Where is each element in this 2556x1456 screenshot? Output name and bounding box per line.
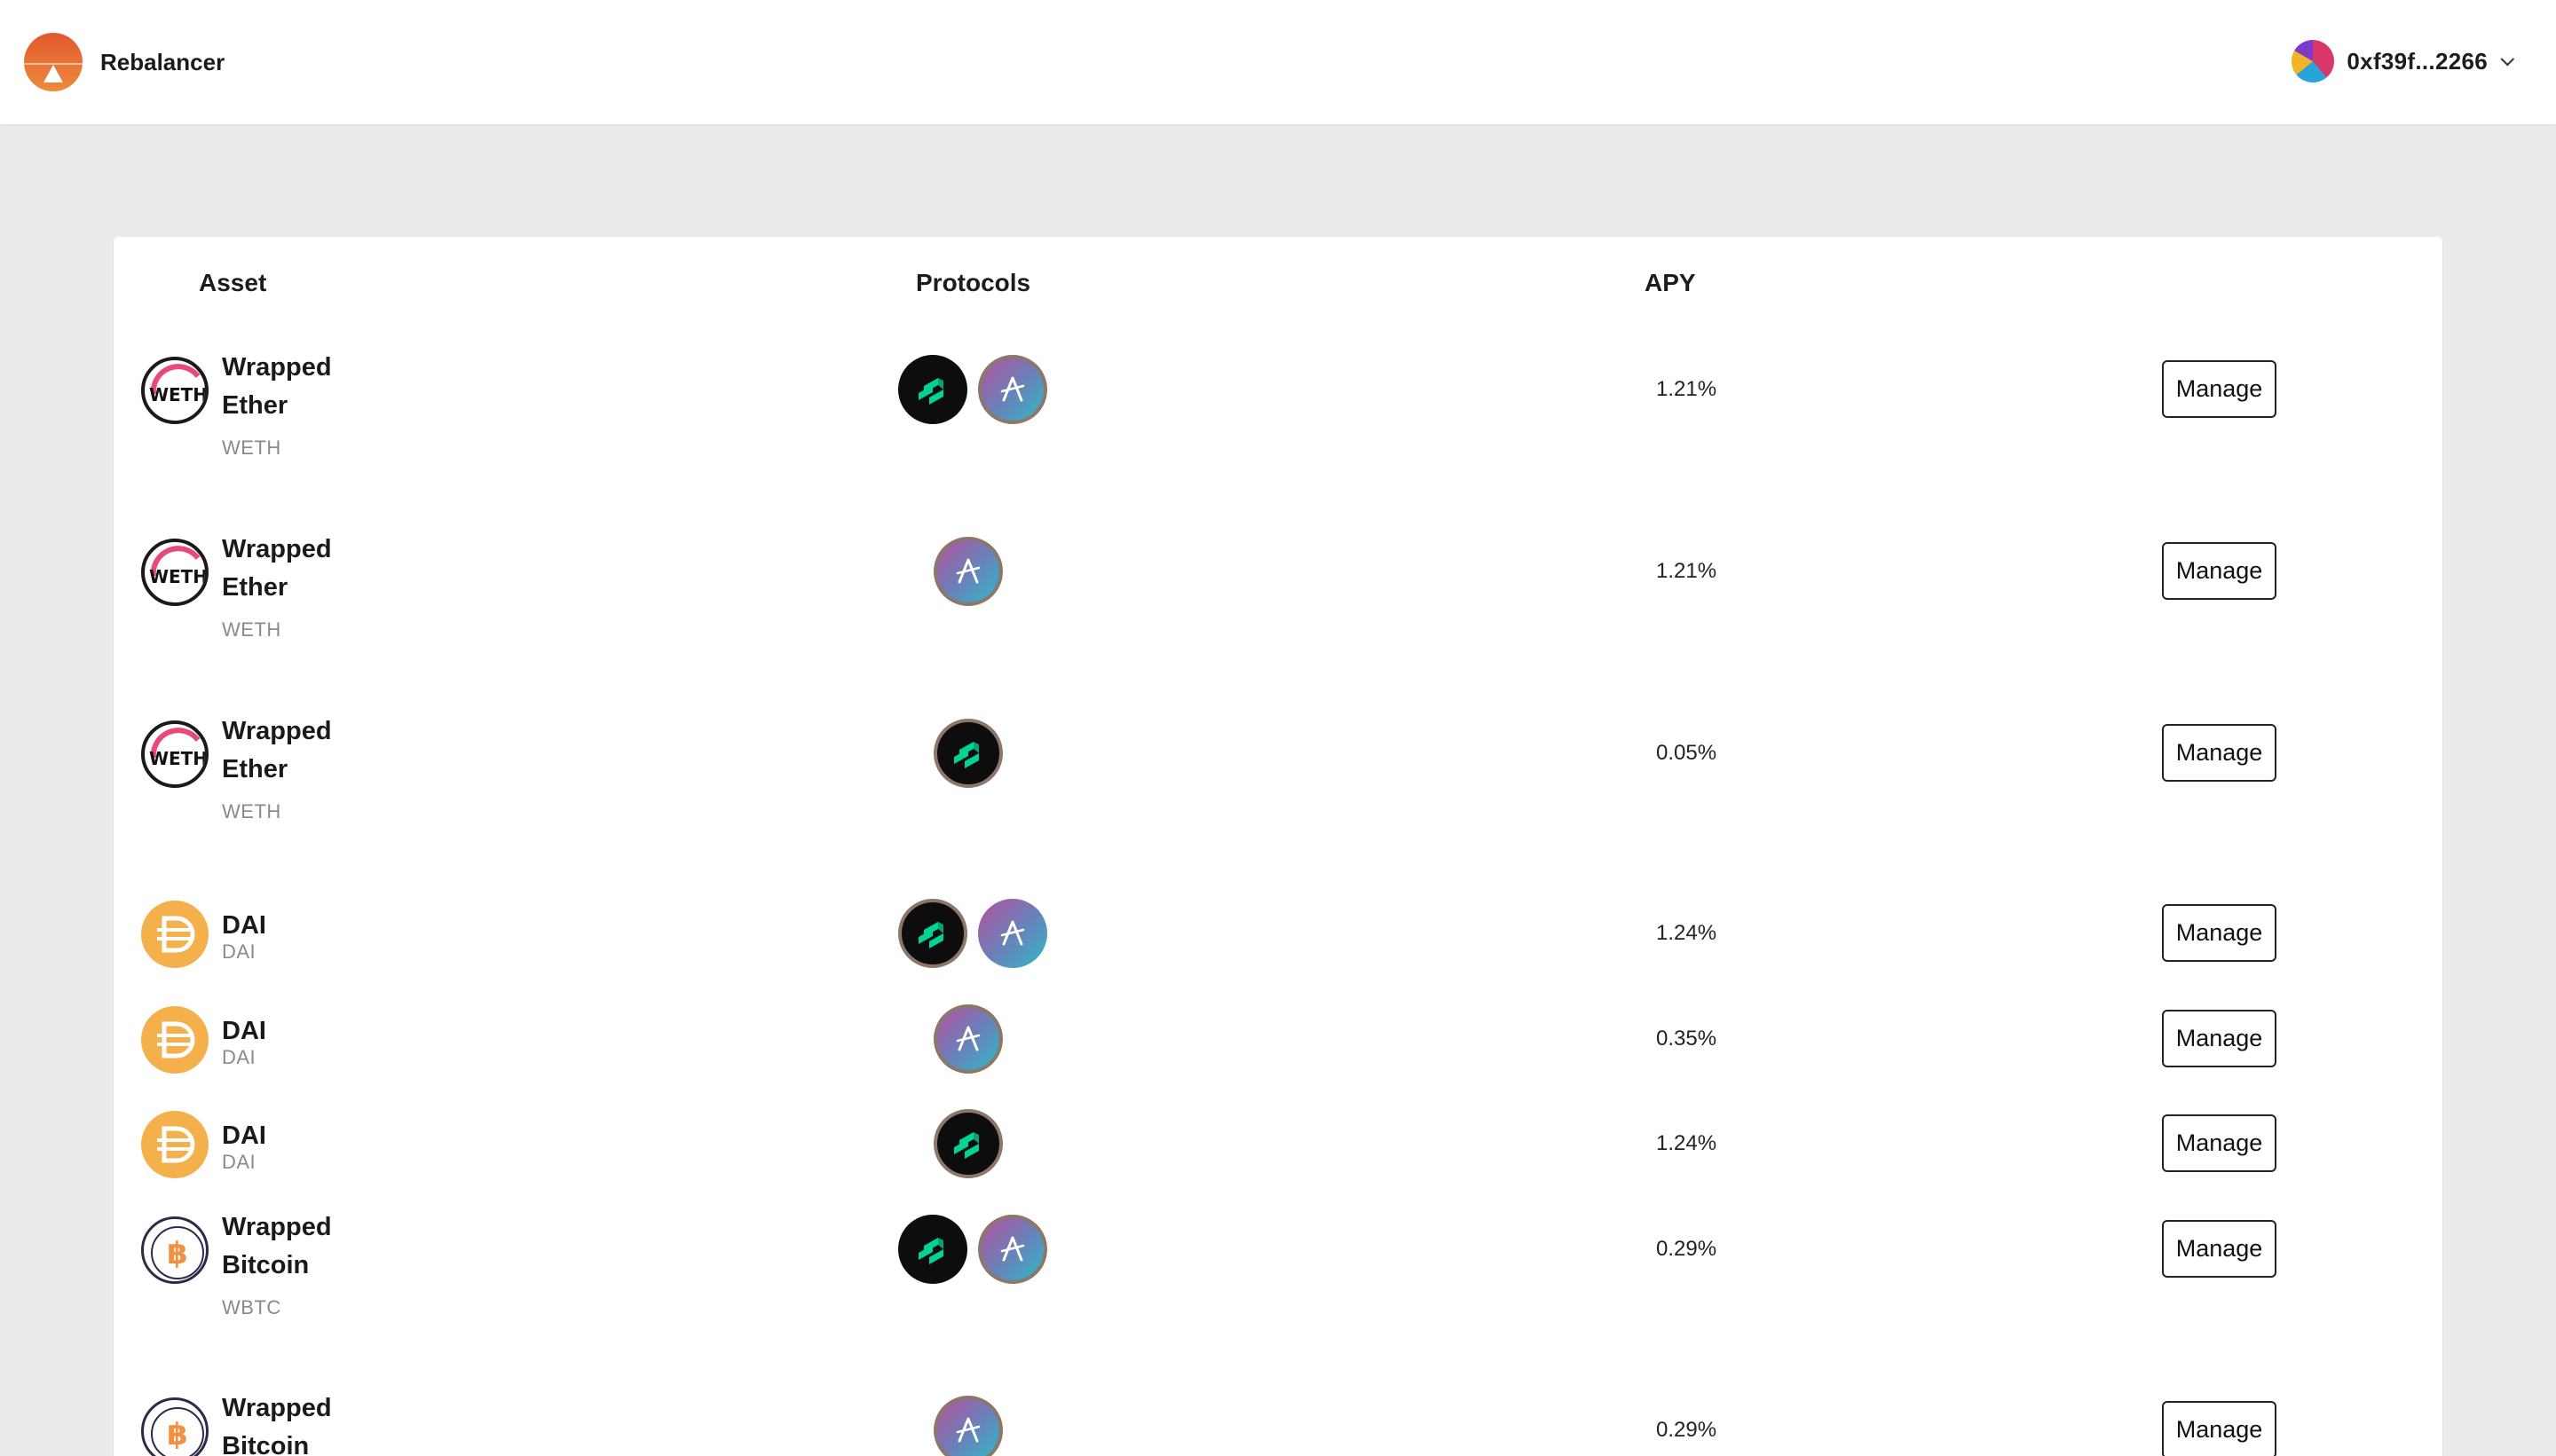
- top-header: Rebalancer 0xf39f...2266: [0, 0, 2556, 124]
- protocol-icons: [898, 355, 1047, 424]
- wbtc-icon: ฿: [141, 1397, 209, 1456]
- aave-protocol-icon: [934, 537, 1003, 606]
- svg-text:WETH: WETH: [149, 566, 208, 587]
- chevron-down-icon: [2500, 51, 2515, 66]
- account-menu-button[interactable]: 0xf39f...2266: [2292, 40, 2515, 83]
- asset-symbol: DAI: [222, 1151, 256, 1173]
- compound-protocol-icon: [898, 1215, 967, 1284]
- wallet-address: 0xf39f...2266: [2347, 47, 2488, 75]
- weth-icon: WETH: [141, 539, 209, 606]
- manage-button[interactable]: Manage: [2162, 904, 2276, 962]
- dai-icon: [141, 1006, 209, 1074]
- manage-button[interactable]: Manage: [2162, 1010, 2276, 1067]
- aave-protocol-icon: [934, 1396, 1003, 1456]
- svg-text:WETH: WETH: [149, 748, 208, 769]
- protocol-icons: [934, 1004, 1003, 1074]
- protocol-icons: [934, 537, 1003, 606]
- manage-button[interactable]: Manage: [2162, 1401, 2276, 1456]
- asset-symbol: WETH: [222, 618, 281, 641]
- asset-symbol: WBTC: [222, 1296, 281, 1318]
- protocol-icons: [934, 1109, 1003, 1178]
- assets-table-card: Asset Protocols APY WETH Wrapped Ether WET…: [114, 237, 2442, 1456]
- asset-name: DAI: [222, 1122, 266, 1150]
- asset-symbol: WETH: [222, 437, 281, 459]
- apy-value: 0.29%: [1656, 1418, 1717, 1442]
- mountain-sunset-icon: [24, 33, 83, 91]
- apy-value: 1.21%: [1656, 377, 1717, 401]
- column-header-protocols: Protocols: [916, 269, 1031, 296]
- protocol-icons: [934, 1396, 1003, 1456]
- aave-protocol-icon: [978, 355, 1047, 424]
- aave-protocol-icon: [934, 1004, 1003, 1074]
- column-header-asset: Asset: [199, 269, 267, 296]
- jazzicon-avatar: [2292, 40, 2335, 83]
- apy-value: 1.24%: [1656, 1131, 1717, 1155]
- manage-button[interactable]: Manage: [2162, 1220, 2276, 1278]
- manage-button[interactable]: Manage: [2162, 542, 2276, 600]
- asset-name: Wrapped Ether: [222, 353, 332, 420]
- manage-button[interactable]: Manage: [2162, 360, 2276, 418]
- apy-value: 0.05%: [1656, 741, 1717, 765]
- wbtc-icon: ฿: [141, 1216, 209, 1284]
- asset-name: DAI: [222, 1017, 266, 1045]
- asset-name: DAI: [222, 911, 266, 940]
- aave-protocol-icon: [978, 899, 1047, 968]
- asset-symbol: WETH: [222, 800, 281, 822]
- weth-icon: WETH: [141, 720, 209, 788]
- app-name: Rebalancer: [100, 48, 225, 75]
- asset-name: Wrapped Ether: [222, 717, 332, 783]
- asset-name: Wrapped Bitcoin: [222, 1213, 332, 1279]
- protocol-icons: [898, 899, 1047, 968]
- manage-button[interactable]: Manage: [2162, 724, 2276, 782]
- column-header-apy: APY: [1645, 269, 1696, 296]
- apy-value: 0.35%: [1656, 1027, 1717, 1051]
- protocol-icons: [898, 1215, 1047, 1284]
- aave-protocol-icon: [978, 1215, 1047, 1284]
- compound-protocol-icon: [934, 1109, 1003, 1178]
- asset-symbol: DAI: [222, 1046, 256, 1068]
- svg-text:฿: ฿: [167, 1417, 188, 1452]
- svg-text:WETH: WETH: [149, 384, 208, 405]
- asset-symbol: DAI: [222, 940, 256, 963]
- dai-icon: [141, 901, 209, 968]
- compound-protocol-icon: [898, 899, 967, 968]
- manage-button[interactable]: Manage: [2162, 1114, 2276, 1172]
- compound-protocol-icon: [934, 719, 1003, 788]
- weth-icon: WETH: [141, 357, 209, 424]
- protocol-icons: [934, 719, 1003, 788]
- asset-name: Wrapped Bitcoin: [222, 1394, 332, 1456]
- asset-name: Wrapped Ether: [222, 535, 332, 602]
- svg-text:฿: ฿: [167, 1236, 188, 1271]
- compound-protocol-icon: [898, 355, 967, 424]
- apy-value: 1.24%: [1656, 921, 1717, 945]
- brand[interactable]: Rebalancer: [24, 33, 225, 91]
- apy-value: 1.21%: [1656, 559, 1717, 583]
- dai-icon: [141, 1111, 209, 1178]
- apy-value: 0.29%: [1656, 1237, 1717, 1261]
